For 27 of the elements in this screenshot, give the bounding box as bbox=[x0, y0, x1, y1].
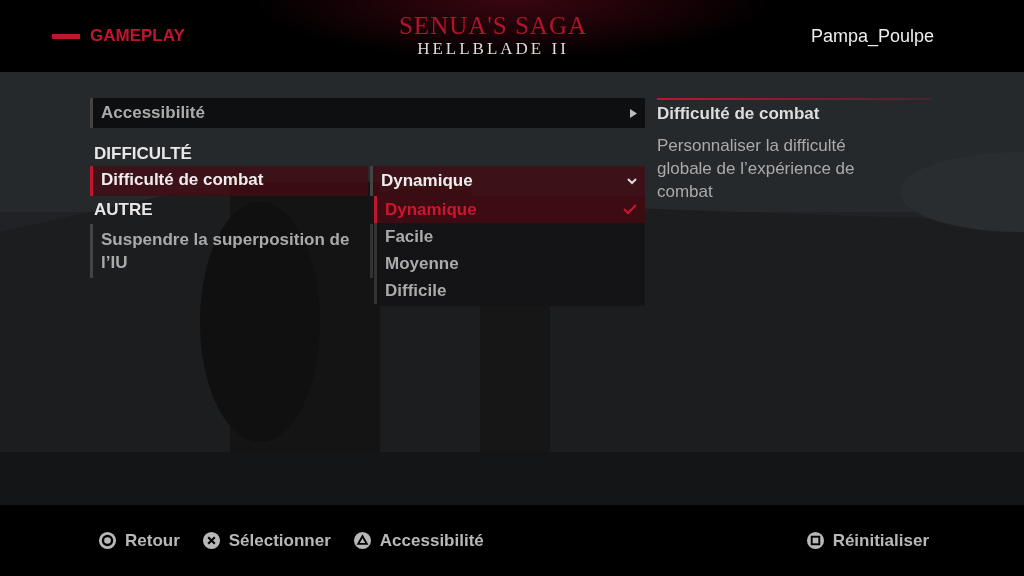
setting-label[interactable]: Difficulté de combat bbox=[90, 166, 368, 196]
dropdown-option[interactable]: Facile bbox=[374, 223, 645, 250]
dropdown-option[interactable]: Moyenne bbox=[374, 250, 645, 277]
section-heading: AUTRE bbox=[93, 199, 154, 221]
section-title: GAMEPLAY bbox=[90, 26, 185, 46]
logo-title: SENUA'S SAGA bbox=[398, 13, 588, 39]
menu-item[interactable]: Accessibilité bbox=[90, 98, 645, 128]
logo-subtitle: HELLBLADE II bbox=[417, 39, 569, 59]
check-icon bbox=[623, 204, 637, 215]
circle-button-icon bbox=[98, 531, 117, 550]
info-title: Difficulté de combat bbox=[657, 104, 821, 124]
prompt-button[interactable]: Accessibilité bbox=[352, 530, 484, 551]
triangle-button-icon bbox=[352, 531, 372, 550]
arrow-right-icon bbox=[630, 108, 637, 118]
dropdown-option[interactable]: Difficile bbox=[374, 277, 645, 304]
username: Pampa_Poulpe bbox=[809, 25, 934, 47]
dropdown[interactable]: Dynamique bbox=[370, 166, 645, 196]
prompt-button[interactable]: Retour bbox=[98, 530, 180, 551]
section-heading: DIFFICULTÉ bbox=[93, 143, 193, 165]
cross-button-icon bbox=[201, 531, 221, 550]
info-description: Personnaliser la difficulté globale de l’expérience de combat bbox=[657, 135, 856, 203]
chevron-down-icon bbox=[627, 177, 637, 185]
prompt-button[interactable]: Sélectionner bbox=[201, 530, 331, 551]
prompt-button[interactable]: Réinitialiser bbox=[805, 530, 929, 551]
square-button-icon bbox=[805, 531, 825, 550]
section-bar bbox=[52, 33, 80, 39]
setting-label[interactable]: Suspendre la superposition de l’IU bbox=[90, 224, 368, 278]
